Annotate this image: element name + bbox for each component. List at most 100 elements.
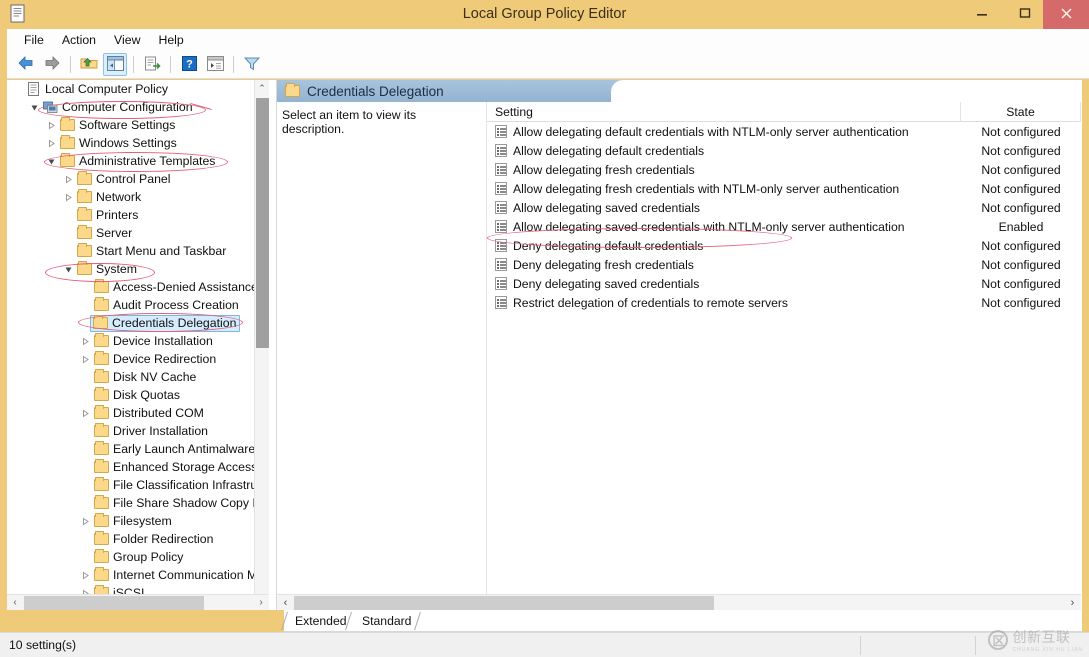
tree-item-filesystem[interactable]: Filesystem (7, 512, 261, 530)
tree-item-printers[interactable]: Printers (7, 206, 261, 224)
export-list-button[interactable] (140, 53, 164, 76)
tree-vertical-scrollbar[interactable]: ⌃ ⌄ (254, 80, 269, 610)
tree-item-label: Windows Settings (79, 136, 177, 150)
tree-item-computer-configuration[interactable]: Computer Configuration (7, 98, 261, 116)
tree-item-access-denied-assistance[interactable]: Access-Denied Assistance (7, 278, 261, 296)
tree-item-driver-installation[interactable]: Driver Installation (7, 422, 261, 440)
tree-item-disk-quotas[interactable]: Disk Quotas (7, 386, 261, 404)
show-hide-console-tree-button[interactable] (103, 53, 127, 76)
details-horizontal-scrollbar-thumb[interactable] (294, 596, 714, 610)
back-icon (17, 55, 35, 74)
tab-standard[interactable]: Standard (356, 611, 417, 631)
menu-item-file[interactable]: File (15, 31, 53, 49)
filter-button[interactable] (240, 53, 264, 76)
help-button[interactable]: ? (177, 53, 201, 76)
tree-item-software-settings[interactable]: Software Settings (7, 116, 261, 134)
menu-item-action[interactable]: Action (53, 31, 105, 49)
chevron-right-icon[interactable] (79, 566, 92, 584)
tree-item-enhanced-storage-access[interactable]: Enhanced Storage Access (7, 458, 261, 476)
details-scroll-left-arrow[interactable]: ‹ (277, 595, 294, 610)
table-row[interactable]: Deny delegating saved credentials Not con… (487, 274, 1081, 293)
column-header-state[interactable]: State (961, 101, 1081, 122)
tree-item-administrative-templates[interactable]: Administrative Templates (7, 152, 261, 170)
chevron-right-icon[interactable] (62, 188, 75, 206)
chevron-right-icon[interactable] (62, 170, 75, 188)
tab-extended[interactable]: Extended (289, 611, 353, 631)
properties-button[interactable] (203, 53, 227, 76)
chevron-right-icon[interactable] (79, 404, 92, 422)
up-one-level-button[interactable] (77, 53, 101, 76)
table-row[interactable]: Allow delegating saved credentials Not co… (487, 198, 1081, 217)
chevron-down-icon[interactable] (28, 98, 41, 116)
tree-item-disk-nv-cache[interactable]: Disk NV Cache (7, 368, 261, 386)
tree-item-folder-redirection[interactable]: Folder Redirection (7, 530, 261, 548)
close-icon (1060, 7, 1073, 23)
chevron-right-icon[interactable] (79, 512, 92, 530)
folder-icon (75, 225, 93, 239)
chevron-down-icon[interactable] (45, 152, 58, 170)
table-row[interactable]: Allow delegating default credentials Not … (487, 141, 1081, 160)
tree-item-file-classification-infrastruct[interactable]: File Classification Infrastruct (7, 476, 261, 494)
policy-tree: Local Computer Policy Computer Configurat… (7, 80, 261, 610)
tree-item-start-menu-and-taskbar[interactable]: Start Menu and Taskbar (7, 242, 261, 260)
chevron-down-icon[interactable] (62, 260, 75, 278)
table-row[interactable]: Allow delegating saved credentials with … (487, 217, 1081, 236)
tree-item-device-redirection[interactable]: Device Redirection (7, 350, 261, 368)
forward-button[interactable] (40, 53, 64, 76)
tree-item-content: Driver Installation (92, 423, 208, 440)
maximize-button[interactable] (1003, 0, 1046, 29)
tree-item-windows-settings[interactable]: Windows Settings (7, 134, 261, 152)
chevron-right-icon[interactable] (79, 332, 92, 350)
policy-setting-icon (495, 125, 507, 138)
chevron-right-icon[interactable] (45, 134, 58, 152)
tree-item-group-policy[interactable]: Group Policy (7, 548, 261, 566)
menu-item-view[interactable]: View (105, 31, 149, 49)
tree-item-early-launch-antimalware[interactable]: Early Launch Antimalware (7, 440, 261, 458)
table-row[interactable]: Deny delegating fresh credentials Not con… (487, 255, 1081, 274)
tree-item-label: Audit Process Creation (113, 298, 239, 312)
tree-item-label: Start Menu and Taskbar (96, 244, 227, 258)
tree-item-content: Device Installation (92, 333, 213, 350)
tree-item-server[interactable]: Server (7, 224, 261, 242)
table-row[interactable]: Allow delegating fresh credentials with … (487, 179, 1081, 198)
filter-icon (243, 56, 261, 74)
settings-list-pane: Setting State Allow delegating default c… (487, 101, 1081, 610)
tree-item-system[interactable]: System (7, 260, 261, 278)
details-horizontal-scrollbar[interactable]: ‹ › (277, 594, 1081, 610)
watermark-subtext: CHUANG XIN HU LIAN (1012, 647, 1083, 653)
details-scroll-right-arrow[interactable]: › (1064, 595, 1081, 610)
policy-setting-icon (495, 144, 507, 157)
tree-item-local-computer-policy[interactable]: Local Computer Policy (7, 80, 261, 98)
folder-icon (75, 261, 93, 275)
tree-horizontal-scrollbar-thumb[interactable] (24, 596, 204, 610)
watermark: 区 创新互联 CHUANG XIN HU LIAN (988, 627, 1083, 653)
close-button[interactable] (1043, 0, 1089, 29)
policy-setting-icon (495, 239, 507, 252)
table-row[interactable]: Allow delegating fresh credentials Not co… (487, 160, 1081, 179)
tree-item-distributed-com[interactable]: Distributed COM (7, 404, 261, 422)
tree-horizontal-scrollbar[interactable]: ‹ › (7, 594, 269, 610)
tree-item-file-share-shadow-copy-pro[interactable]: File Share Shadow Copy Pro (7, 494, 261, 512)
table-row[interactable]: Restrict delegation of credentials to re… (487, 293, 1081, 312)
table-row[interactable]: Allow delegating default credentials wit… (487, 122, 1081, 141)
table-row[interactable]: Deny delegating default credentials Not c… (487, 236, 1081, 255)
menu-item-help[interactable]: Help (149, 31, 192, 49)
tree-item-content: Server (75, 225, 132, 242)
tree-scroll-left-arrow[interactable]: ‹ (7, 595, 23, 611)
chevron-right-icon[interactable] (79, 350, 92, 368)
back-button[interactable] (14, 53, 38, 76)
tree-item-audit-process-creation[interactable]: Audit Process Creation (7, 296, 261, 314)
tree-item-internet-communication-m[interactable]: Internet Communication M (7, 566, 261, 584)
column-header-setting[interactable]: Setting (487, 101, 961, 122)
minimize-button[interactable] (960, 0, 1003, 29)
tree-item-credentials-delegation[interactable]: Credentials Delegation (7, 314, 261, 332)
tree-item-network[interactable]: Network (7, 188, 261, 206)
tree-scroll-right-arrow[interactable]: › (253, 595, 269, 611)
tree-item-control-panel[interactable]: Control Panel (7, 170, 261, 188)
chevron-right-icon[interactable] (45, 116, 58, 134)
tree-scroll-up-arrow[interactable]: ⌃ (255, 80, 269, 96)
tree-item-device-installation[interactable]: Device Installation (7, 332, 261, 350)
tree-vertical-scrollbar-thumb[interactable] (256, 98, 269, 348)
